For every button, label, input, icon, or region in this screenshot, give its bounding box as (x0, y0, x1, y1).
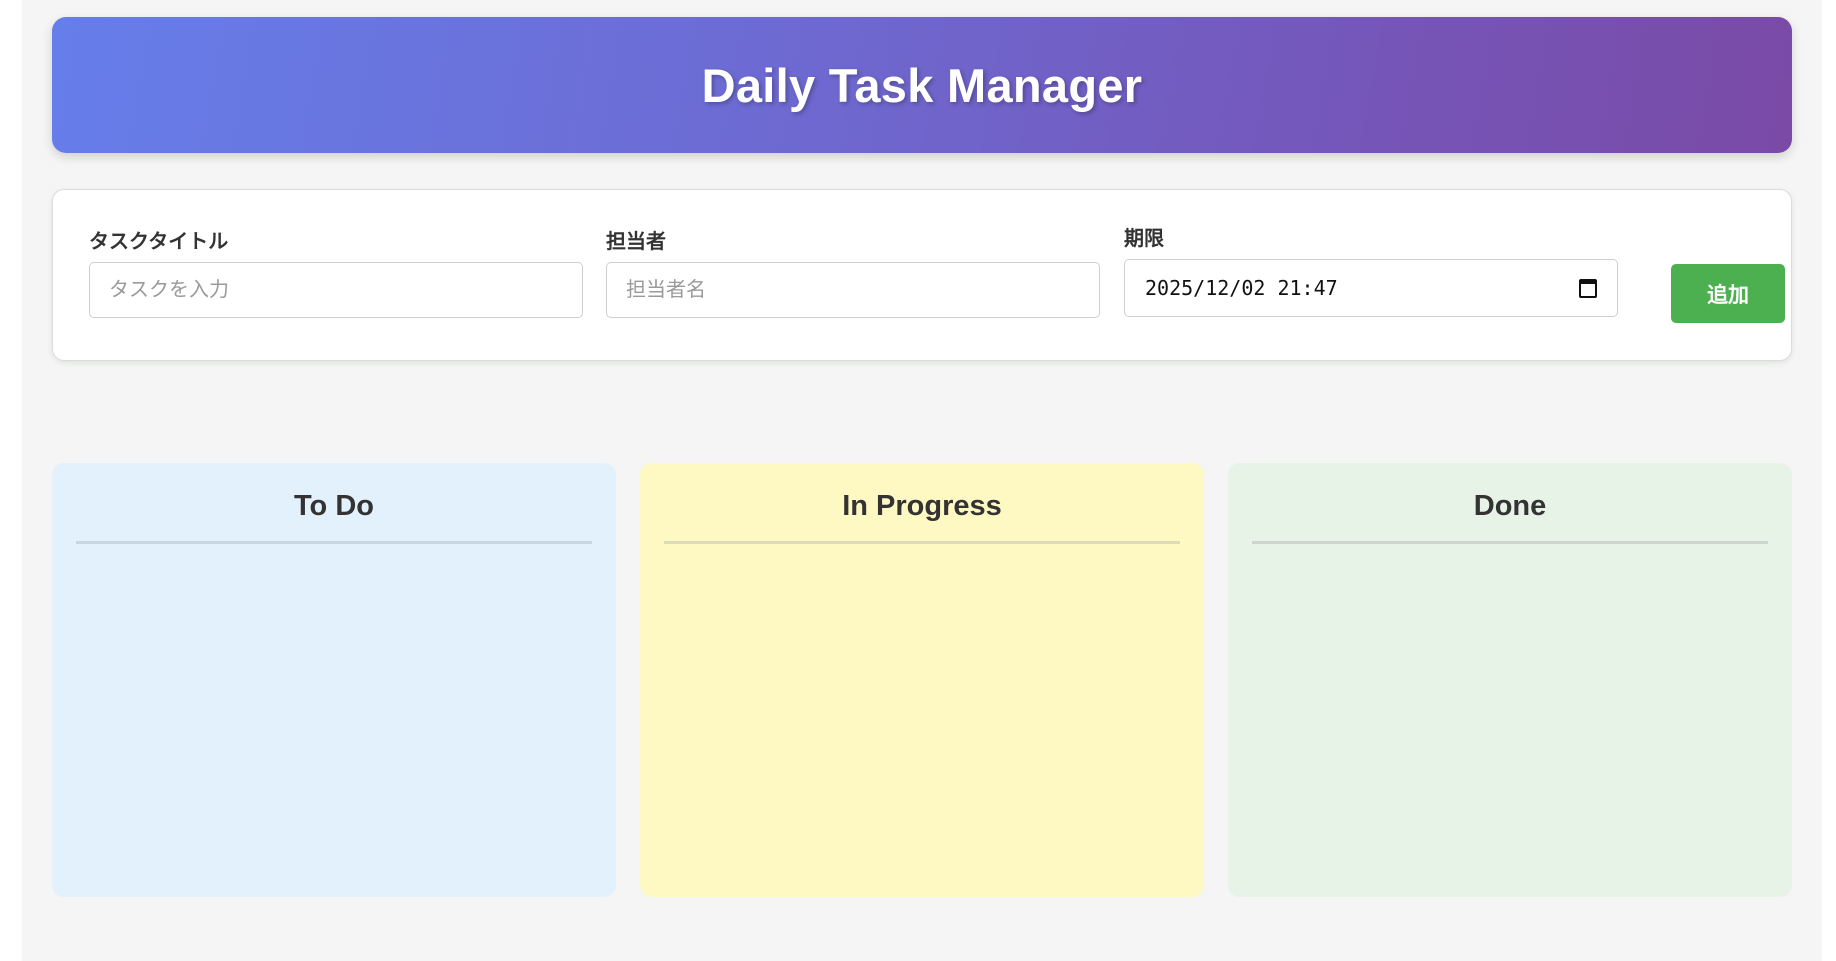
column-divider (664, 541, 1180, 544)
task-title-input[interactable] (89, 262, 583, 318)
assignee-label: 担当者 (606, 231, 666, 253)
column-divider (1252, 541, 1768, 544)
column-title-in-progress: In Progress (842, 490, 1002, 522)
assignee-input[interactable] (606, 262, 1100, 318)
page-title: Daily Task Manager (701, 58, 1143, 112)
column-todo: To Do (52, 463, 616, 897)
calendar-icon[interactable] (1579, 278, 1597, 298)
add-task-button[interactable]: 追加 (1671, 264, 1785, 323)
column-in-progress: In Progress (640, 463, 1204, 897)
due-date-field-group: 期限 2025/12/02 21:47 (1124, 225, 1618, 317)
app-header: Daily Task Manager (52, 17, 1792, 153)
task-title-field-group: タスクタイトル (89, 228, 583, 318)
task-title-label: タスクタイトル (89, 231, 229, 253)
task-form: タスクタイトル 担当者 期限 2025/12/02 21:47 追加 (52, 189, 1792, 361)
page-background: Daily Task Manager タスクタイトル 担当者 期限 2025/1… (22, 0, 1822, 961)
due-datetime-value: 2025/12/02 21:47 (1145, 276, 1338, 300)
column-title-done: Done (1473, 490, 1547, 522)
due-date-label: 期限 (1124, 228, 1164, 250)
assignee-field-group: 担当者 (606, 228, 1100, 318)
column-done: Done (1228, 463, 1792, 897)
due-datetime-input[interactable]: 2025/12/02 21:47 (1124, 259, 1618, 317)
column-title-todo: To Do (294, 490, 374, 522)
column-divider (76, 541, 592, 544)
